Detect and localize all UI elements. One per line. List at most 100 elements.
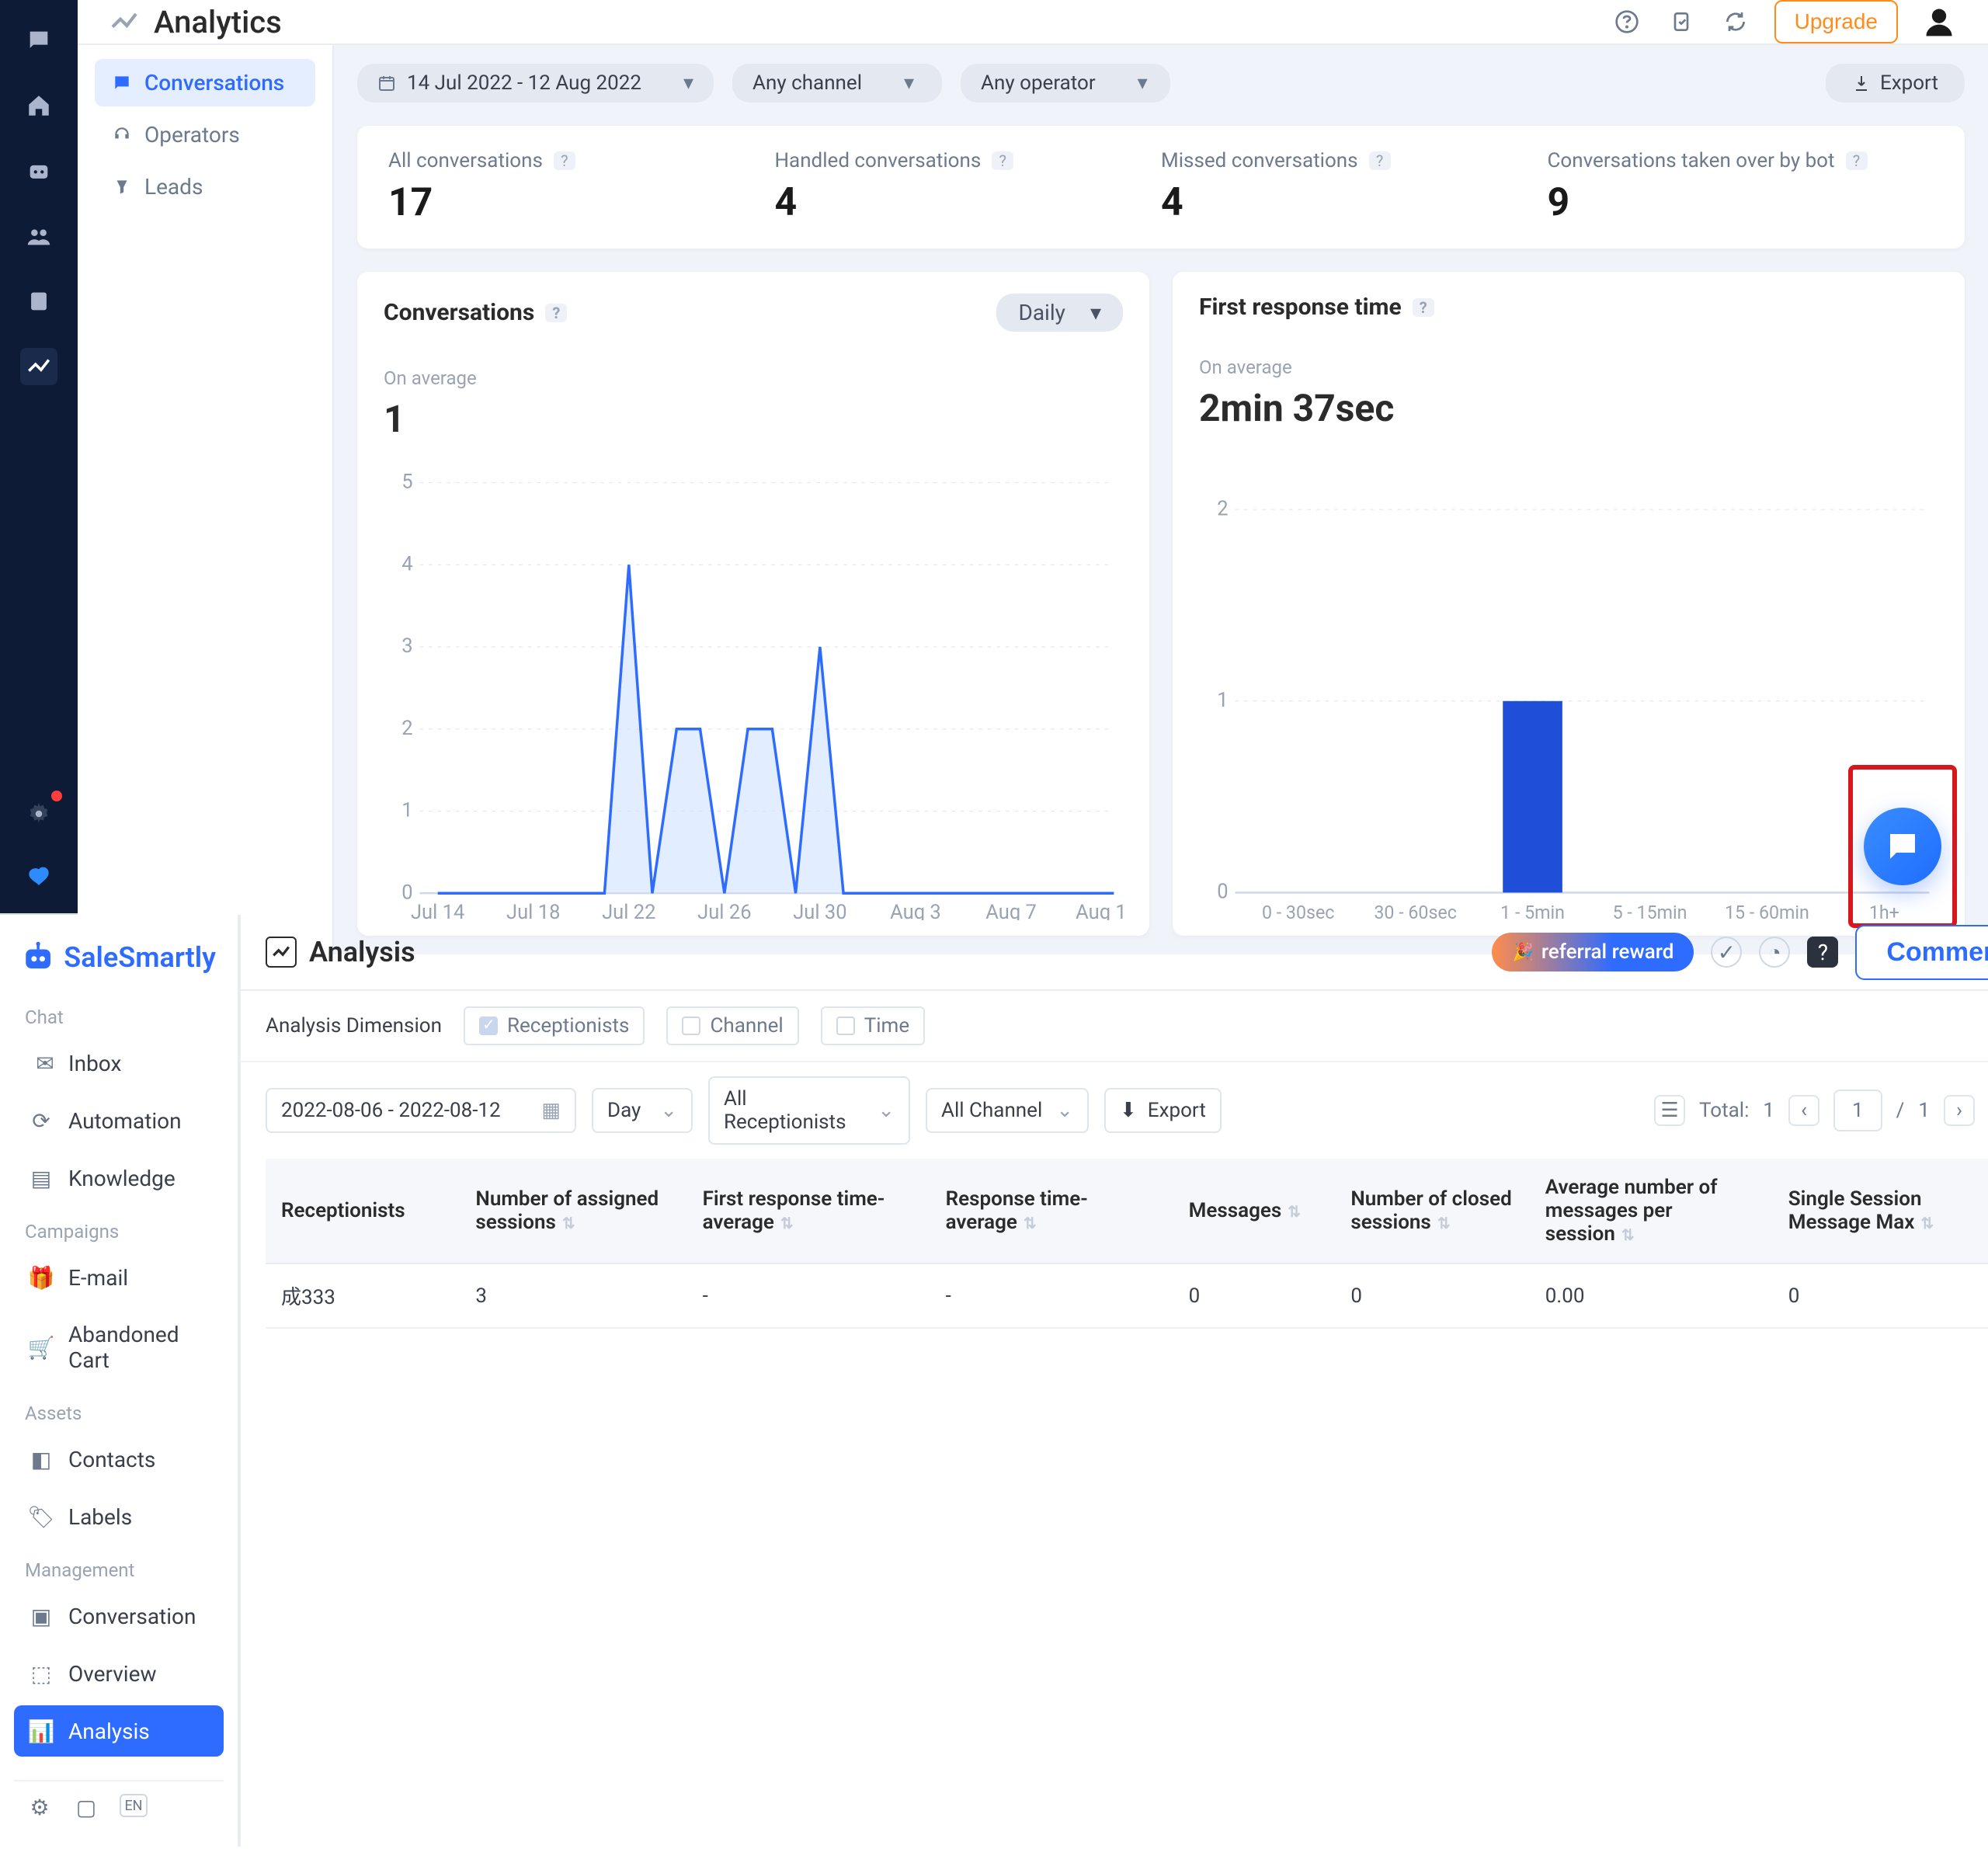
gift-icon: 🎁	[28, 1264, 54, 1291]
rail-analytics-icon[interactable]	[20, 348, 57, 385]
channel-filter-label: Any channel	[752, 71, 862, 95]
rail-people-icon[interactable]	[20, 217, 57, 255]
first-response-chart: 0 1 2 0 - 30sec 30 - 60sec 1 - 5min 5 - …	[1199, 454, 1938, 920]
date-range-label: 14 Jul 2022 - 12 Aug 2022	[407, 71, 641, 95]
rail-bot-icon[interactable]	[20, 152, 57, 189]
leads-icon	[112, 177, 132, 197]
svg-text:0: 0	[1217, 880, 1228, 904]
analysis-table: Receptionists Number of assigned session…	[241, 1159, 1988, 1329]
svg-text:1: 1	[401, 798, 412, 822]
rail-contact-icon[interactable]	[20, 283, 57, 320]
sidebar-item-conversations[interactable]: Conversations	[95, 59, 315, 106]
rail-home-icon[interactable]	[20, 87, 57, 124]
dimension-time-chip[interactable]: Time	[821, 1006, 925, 1045]
svg-text:2: 2	[401, 717, 412, 740]
receptionists-select[interactable]: All Receptionists ⌄	[708, 1076, 910, 1145]
total-value: 1	[1763, 1099, 1774, 1122]
page-title-text: Analysis	[309, 936, 415, 968]
dimension-channel-chip[interactable]: Channel	[666, 1006, 798, 1045]
dimension-row: Analysis Dimension Receptionists Channel…	[241, 991, 1988, 1062]
help-icon[interactable]	[1611, 6, 1642, 37]
help-badge[interactable]: ?	[992, 151, 1013, 170]
operator-filter[interactable]: Any operator ▾	[961, 64, 1170, 103]
col-closed-sessions[interactable]: Number of closed sessions⇅	[1335, 1159, 1529, 1263]
referral-reward-chip[interactable]: 🎉 referral reward	[1492, 933, 1694, 971]
device-icon[interactable]: ▢	[73, 1794, 99, 1820]
settings-icon[interactable]: ⚙	[26, 1794, 53, 1820]
contacts-icon: ◧	[28, 1446, 54, 1472]
col-receptionists[interactable]: Receptionists	[266, 1159, 460, 1263]
sidebar-item-analysis[interactable]: 📊 Analysis	[14, 1705, 224, 1757]
language-icon[interactable]: EN	[120, 1794, 148, 1817]
sidebar-item-operators[interactable]: Operators	[95, 111, 315, 158]
sidebar-item-conversation[interactable]: ▣ Conversation	[14, 1590, 224, 1642]
sidebar-item-label: Overview	[68, 1661, 157, 1687]
columns-toggle-icon[interactable]: ☰	[1654, 1095, 1685, 1126]
chat-widget-button[interactable]	[1864, 808, 1941, 885]
granularity-select[interactable]: Day ⌄	[592, 1088, 693, 1133]
conversation-icon: ▣	[28, 1603, 54, 1629]
col-assigned-sessions[interactable]: Number of assigned sessions⇅	[460, 1159, 686, 1263]
sidebar-item-label: Conversation	[68, 1604, 196, 1629]
labels-icon: 🏷	[28, 1503, 54, 1530]
chip-label: Receptionists	[507, 1014, 630, 1037]
download-icon	[1852, 74, 1871, 92]
conversations-panel: Conversations? Daily▾ On average 1	[357, 272, 1149, 936]
brand[interactable]: SaleSmartly	[14, 933, 224, 989]
date-range-input[interactable]: 2022-08-06 - 2022-08-12 ▦	[266, 1088, 576, 1133]
export-label: Export	[1880, 71, 1938, 95]
svg-text:4: 4	[401, 552, 412, 575]
rail-settings-icon[interactable]	[20, 795, 57, 832]
chip-label: Time	[864, 1014, 909, 1037]
sidebar-item-contacts[interactable]: ◧ Contacts	[14, 1434, 224, 1485]
rail-chat-icon[interactable]	[20, 22, 57, 59]
dimension-receptionists-chip[interactable]: Receptionists	[464, 1006, 645, 1045]
sidebar-item-email[interactable]: 🎁 E-mail	[14, 1252, 224, 1303]
cell: 0	[1773, 1263, 1988, 1328]
sidebar-item-label: Conversations	[144, 70, 284, 96]
col-first-response-avg[interactable]: First response time-average⇅	[687, 1159, 930, 1263]
refresh-icon[interactable]	[1720, 6, 1751, 37]
period-select[interactable]: Daily▾	[996, 294, 1123, 332]
help-badge[interactable]: ?	[1846, 151, 1868, 170]
sidebar-item-knowledge[interactable]: ▤ Knowledge	[14, 1152, 224, 1204]
date-range-filter[interactable]: 14 Jul 2022 - 12 Aug 2022 ▾	[357, 64, 714, 103]
current-page-input[interactable]: 1	[1833, 1090, 1882, 1131]
sidebar-item-leads[interactable]: Leads	[95, 163, 315, 210]
col-messages[interactable]: Messages⇅	[1173, 1159, 1336, 1263]
average-label: On average	[1199, 356, 1938, 378]
panel-title: Conversations	[384, 299, 534, 326]
col-response-avg[interactable]: Response time-average⇅	[930, 1159, 1173, 1263]
sidebar-item-labels[interactable]: 🏷 Labels	[14, 1491, 224, 1542]
col-single-session-max[interactable]: Single Session Message Max⇅	[1773, 1159, 1988, 1263]
help-badge[interactable]: ?	[1413, 298, 1434, 317]
channel-filter[interactable]: Any channel ▾	[732, 64, 942, 103]
table-row[interactable]: 成333 3 - - 0 0 0.00 0 19h 39	[266, 1263, 1988, 1328]
calendar-icon: ▦	[541, 1099, 561, 1122]
export-button[interactable]: ⬇ Export	[1104, 1088, 1222, 1133]
svg-text:2: 2	[1217, 497, 1228, 521]
col-avg-msgs-per-session[interactable]: Average number of messages per session⇅	[1530, 1159, 1773, 1263]
sidebar-item-overview[interactable]: ⬚ Overview	[14, 1648, 224, 1699]
upgrade-button[interactable]: Upgrade	[1774, 0, 1898, 43]
next-page-button[interactable]: ›	[1944, 1095, 1975, 1126]
help-badge[interactable]: ?	[545, 304, 567, 322]
sidebar-item-inbox[interactable]: ✉ Inbox	[14, 1037, 224, 1089]
sidebar-item-label: Contacts	[68, 1447, 155, 1472]
pie-icon[interactable]: ◔	[1759, 937, 1790, 968]
sidebar-item-automation[interactable]: ⟳ Automation	[14, 1095, 224, 1146]
commercial-button[interactable]: Commercial	[1855, 925, 1988, 980]
date-range-value: 2022-08-06 - 2022-08-12	[281, 1099, 501, 1122]
export-button[interactable]: Export	[1826, 64, 1965, 103]
prev-page-button[interactable]: ‹	[1788, 1095, 1819, 1126]
check-circle-icon[interactable]: ✓	[1711, 937, 1742, 968]
clipboard-icon[interactable]	[1666, 6, 1697, 37]
channel-select[interactable]: All Channel ⌄	[926, 1088, 1089, 1133]
rail-brand-icon[interactable]	[20, 860, 57, 898]
sidebar-item-label: Labels	[68, 1504, 132, 1530]
help-badge[interactable]: ?	[1369, 151, 1391, 170]
account-icon[interactable]	[1921, 4, 1957, 40]
help-badge[interactable]: ?	[554, 151, 575, 170]
help-square-icon[interactable]: ?	[1807, 937, 1838, 968]
sidebar-item-abandoned-cart[interactable]: 🛒 Abandoned Cart	[14, 1309, 224, 1385]
